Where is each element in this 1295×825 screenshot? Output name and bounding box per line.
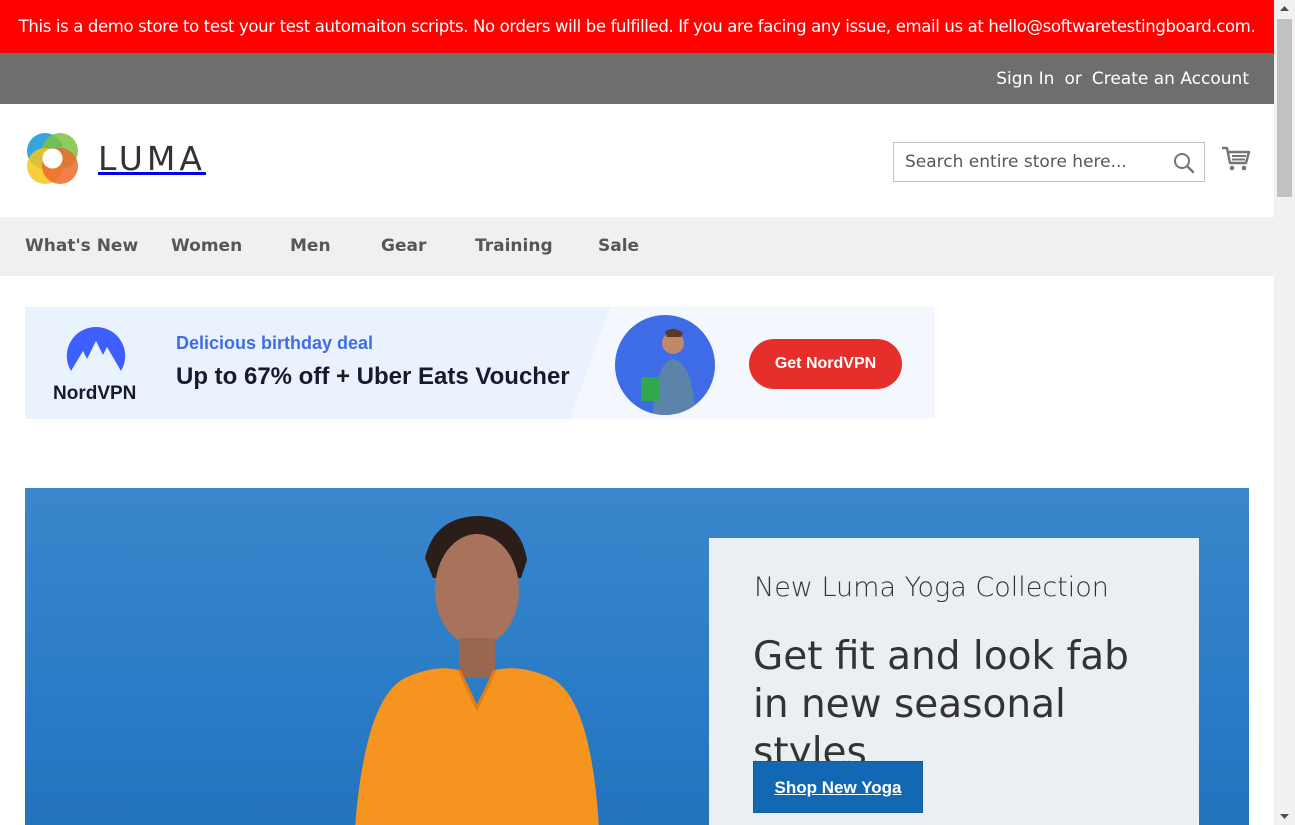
luma-logo-icon <box>27 133 78 184</box>
or-separator: or <box>1064 68 1082 89</box>
store-logo[interactable]: LUMA <box>25 131 206 186</box>
account-links: Sign In or Create an Account <box>996 53 1249 104</box>
scroll-down-arrow-icon[interactable] <box>1274 808 1295 825</box>
nav-item-gear[interactable]: Gear <box>381 217 426 276</box>
search-input[interactable] <box>894 143 1164 181</box>
nav-item-whats-new[interactable]: What's New <box>25 217 138 276</box>
hero-banner: New Luma Yoga Collection Get fit and loo… <box>25 488 1249 825</box>
shop-new-yoga-button[interactable]: Shop New Yoga <box>753 761 923 813</box>
scroll-up-arrow-icon[interactable] <box>1274 0 1295 17</box>
scrollbar-thumb[interactable] <box>1277 19 1292 197</box>
hero-promo-card: New Luma Yoga Collection Get fit and loo… <box>709 538 1199 825</box>
cart-icon <box>1222 146 1251 171</box>
demo-store-notice: This is a demo store to test your test a… <box>0 0 1274 53</box>
search-button[interactable] <box>1172 151 1196 175</box>
nav-item-women[interactable]: Women <box>171 217 242 276</box>
person-illustration-icon <box>641 328 695 415</box>
ad-title: Up to 67% off + Uber Eats Voucher <box>176 363 570 390</box>
create-account-link[interactable]: Create an Account <box>1092 69 1249 89</box>
vertical-scrollbar[interactable] <box>1274 0 1295 825</box>
ad-brand-name: NordVPN <box>53 383 137 404</box>
page-viewport: This is a demo store to test your test a… <box>0 0 1274 825</box>
minicart-button[interactable] <box>1220 143 1252 175</box>
nav-item-men[interactable]: Men <box>290 217 331 276</box>
nav-item-sale[interactable]: Sale <box>598 217 639 276</box>
main-navigation: What's New Women Men Gear Training Sale <box>0 217 1274 276</box>
hero-kicker: New Luma Yoga Collection <box>754 572 1109 603</box>
nordvpn-logo-icon <box>66 326 126 371</box>
sign-in-link[interactable]: Sign In <box>996 69 1054 89</box>
nordvpn-ad-banner[interactable]: NordVPN Delicious birthday deal Up to 67… <box>25 307 935 419</box>
logo-text: LUMA <box>98 139 206 178</box>
nav-item-training[interactable]: Training <box>475 217 553 276</box>
search-icon <box>1174 153 1195 174</box>
get-nordvpn-button[interactable]: Get NordVPN <box>749 339 902 389</box>
ad-subtitle: Delicious birthday deal <box>176 333 374 353</box>
ad-person-image <box>615 315 715 415</box>
hero-title: Get fit and look fab in new seasonal sty… <box>753 634 1129 775</box>
header-panel: Sign In or Create an Account <box>0 53 1274 104</box>
yoga-model-image <box>355 516 599 825</box>
search-box <box>893 142 1205 182</box>
